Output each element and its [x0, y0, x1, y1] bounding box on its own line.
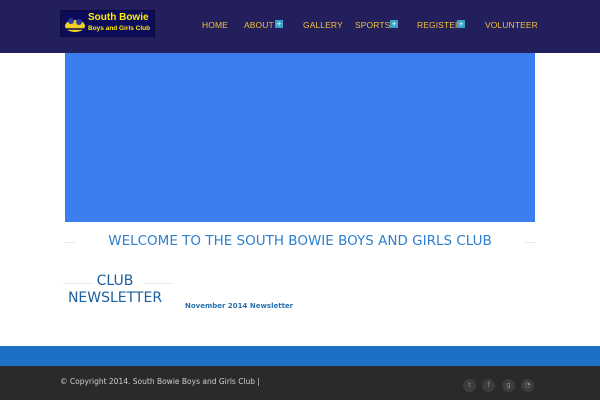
facebook-icon[interactable]: f [482, 379, 495, 392]
nav-gallery[interactable]: GALLERY [303, 20, 343, 30]
nav-about[interactable]: ABOUT [244, 20, 274, 30]
site-header: South Bowie Boys and Girls Club HOME ABO… [0, 0, 600, 53]
hero-slider[interactable] [65, 53, 535, 222]
nav-register[interactable]: REGISTER [417, 20, 461, 30]
nav-home[interactable]: HOME [202, 20, 228, 30]
logo-emblem-icon [65, 18, 85, 32]
newsletter-heading-line2: NEWSLETTER [67, 290, 163, 306]
twitter-icon[interactable]: t [463, 379, 476, 392]
sports-expand-icon[interactable]: + [390, 20, 398, 28]
footer-accent-band [0, 346, 600, 366]
about-expand-icon[interactable]: + [275, 20, 283, 28]
logo-subtitle: Boys and Girls Club [88, 25, 151, 32]
logo-title: South Bowie [88, 12, 149, 23]
site-logo[interactable]: South Bowie Boys and Girls Club [60, 10, 155, 37]
nav-volunteer[interactable]: VOLUNTEER [485, 20, 538, 30]
newsletter-heading: CLUB NEWSLETTER [63, 273, 167, 307]
register-expand-icon[interactable]: + [457, 20, 465, 28]
google-plus-icon[interactable]: g [502, 379, 515, 392]
rss-icon[interactable]: ◔ [521, 379, 534, 392]
nav-sports[interactable]: SPORTS [355, 20, 390, 30]
copyright-text: © Copyright 2014. South Bowie Boys and G… [60, 377, 260, 386]
newsletter-heading-line1: CLUB [96, 273, 134, 289]
newsletter-link[interactable]: November 2014 Newsletter [185, 302, 293, 310]
welcome-heading: WELCOME TO THE SOUTH BOWIE BOYS AND GIRL… [108, 233, 492, 249]
